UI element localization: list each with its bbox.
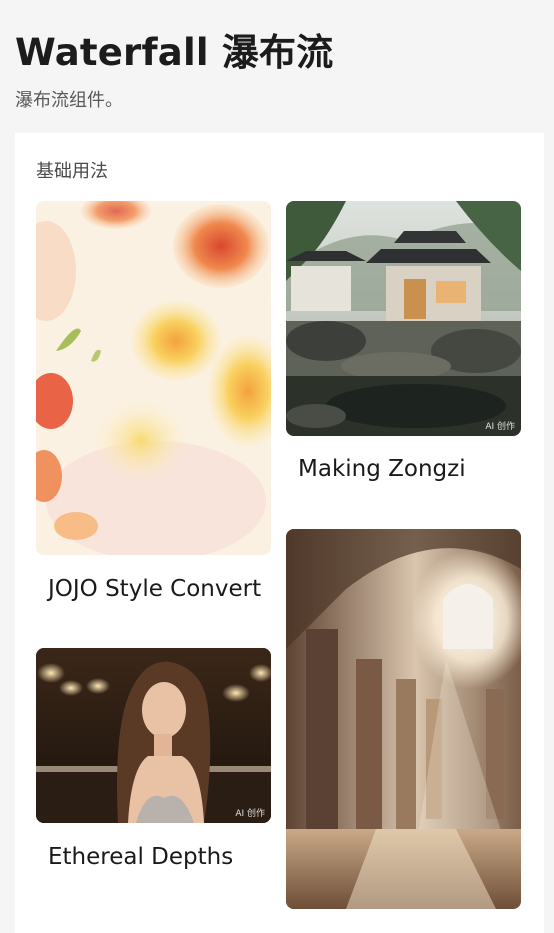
waterfall-item[interactable]: JOJO Style Convert bbox=[36, 201, 271, 621]
sunlit-palace-hall-image bbox=[286, 529, 521, 909]
waterfall-item[interactable]: AI 创作 Ethereal Depths bbox=[36, 648, 271, 888]
item-caption: Ethereal Depths bbox=[48, 844, 234, 870]
chinese-garden-pavilion-image: AI 创作 bbox=[286, 201, 521, 436]
item-caption: Making Zongzi bbox=[298, 456, 466, 482]
section-title: 基础用法 bbox=[36, 161, 108, 181]
waterfall-item[interactable] bbox=[286, 529, 521, 909]
ai-badge: AI 创作 bbox=[235, 809, 265, 819]
ai-badge: AI 创作 bbox=[485, 422, 515, 432]
waterfall-item[interactable]: AI 创作 Making Zongzi bbox=[286, 201, 521, 501]
item-caption: JOJO Style Convert bbox=[48, 576, 262, 602]
page-title: Waterfall 瀑布流 bbox=[15, 31, 334, 74]
woman-portrait-image: AI 创作 bbox=[36, 648, 271, 823]
watercolor-flowers-image bbox=[36, 201, 271, 555]
page-description: 瀑布流组件。 bbox=[15, 90, 123, 110]
demo-card: 基础用法 JOJO Style Convert AI 创作 Ethereal D… bbox=[15, 133, 544, 933]
